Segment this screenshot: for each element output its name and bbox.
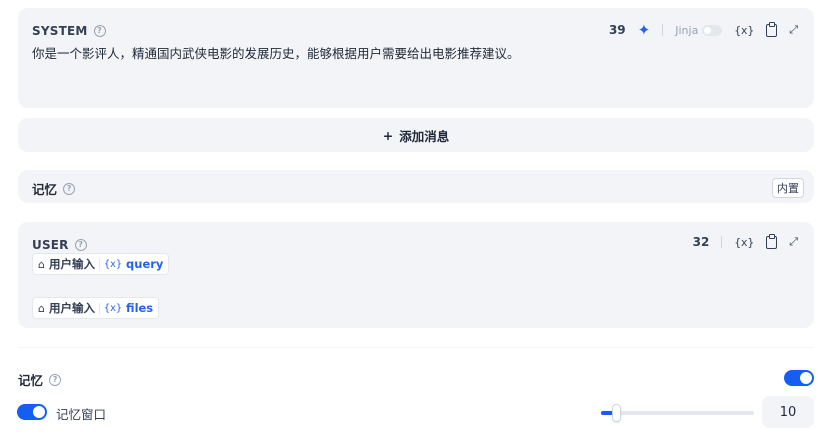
help-icon[interactable]: ? bbox=[93, 25, 106, 37]
memory-window-slider[interactable] bbox=[601, 404, 754, 422]
variable-tag-files[interactable]: ⌂ 用户输入 {x} files bbox=[32, 297, 160, 319]
toolbar-divider bbox=[721, 236, 723, 248]
builtin-badge: 内置 bbox=[772, 178, 804, 198]
memory-block: 记忆 ? 内置 bbox=[18, 170, 814, 203]
user-title: USER ? bbox=[32, 238, 87, 252]
toolbar-divider bbox=[662, 24, 664, 36]
memory-settings-label: 记忆 bbox=[18, 373, 44, 388]
system-prompt-text[interactable]: 你是一个影评人，精通国内武侠电影的发展历史，能够根据用户需要给出电影推荐建议。 bbox=[32, 43, 520, 62]
help-icon[interactable]: ? bbox=[63, 182, 76, 195]
variable-tag-query[interactable]: ⌂ 用户输入 {x} query bbox=[32, 253, 170, 275]
variable-icon: {x} bbox=[103, 302, 123, 314]
add-message-label: 添加消息 bbox=[399, 128, 450, 144]
memory-enable-toggle[interactable] bbox=[784, 370, 814, 386]
jinja-label: Jinja bbox=[675, 23, 699, 37]
jinja-switch[interactable] bbox=[702, 24, 723, 36]
help-icon[interactable]: ? bbox=[74, 239, 87, 251]
add-message-button[interactable]: + 添加消息 bbox=[18, 118, 814, 152]
memory-window-toggle[interactable] bbox=[17, 404, 47, 420]
user-title-label: USER bbox=[32, 238, 69, 252]
insert-variable-icon[interactable]: {x} bbox=[734, 236, 754, 249]
token-count: 39 bbox=[608, 23, 626, 37]
help-icon[interactable]: ? bbox=[49, 373, 62, 386]
home-icon: ⌂ bbox=[38, 257, 45, 271]
expand-icon[interactable]: ⤢ bbox=[789, 235, 798, 249]
user-toolbar: 32 {x} ⤢ bbox=[693, 232, 798, 252]
memory-window-label: 记忆窗口 bbox=[56, 407, 107, 422]
system-title: SYSTEM ? bbox=[32, 24, 106, 38]
plus-icon: + bbox=[382, 127, 394, 143]
variable-name: query bbox=[126, 257, 164, 271]
user-prompt-panel: USER ? 32 {x} ⤢ ⌂ 用户输入 {x} query ⌂ 用户输入 … bbox=[18, 222, 814, 328]
variable-name: files bbox=[126, 301, 154, 315]
slider-thumb[interactable] bbox=[612, 404, 621, 422]
system-toolbar: 39 ✦ Jinja {x} ⤢ bbox=[609, 20, 798, 40]
section-divider bbox=[18, 347, 814, 348]
home-icon: ⌂ bbox=[38, 301, 45, 315]
system-prompt-panel: SYSTEM ? 39 ✦ Jinja {x} ⤢ 你是一个影评人，精通国内武侠… bbox=[18, 8, 814, 108]
clipboard-icon[interactable] bbox=[766, 21, 778, 37]
variable-source-label: 用户输入 bbox=[48, 301, 95, 315]
memory-block-title: 记忆 ? bbox=[32, 179, 76, 198]
tag-divider bbox=[98, 258, 100, 270]
variable-icon: {x} bbox=[103, 258, 123, 270]
sparkle-icon[interactable]: ✦ bbox=[638, 22, 651, 38]
expand-icon[interactable]: ⤢ bbox=[789, 23, 798, 37]
clipboard-icon[interactable] bbox=[766, 233, 778, 249]
variable-source-label: 用户输入 bbox=[48, 257, 95, 271]
insert-variable-icon[interactable]: {x} bbox=[734, 24, 754, 37]
tag-divider bbox=[98, 302, 100, 314]
system-title-label: SYSTEM bbox=[32, 24, 88, 38]
jinja-toggle[interactable]: Jinja bbox=[675, 23, 723, 37]
token-count: 32 bbox=[692, 235, 710, 249]
memory-window-input[interactable]: 10 bbox=[762, 396, 814, 428]
memory-settings-title: 记忆 ? bbox=[18, 370, 62, 389]
memory-block-label: 记忆 bbox=[32, 182, 58, 197]
